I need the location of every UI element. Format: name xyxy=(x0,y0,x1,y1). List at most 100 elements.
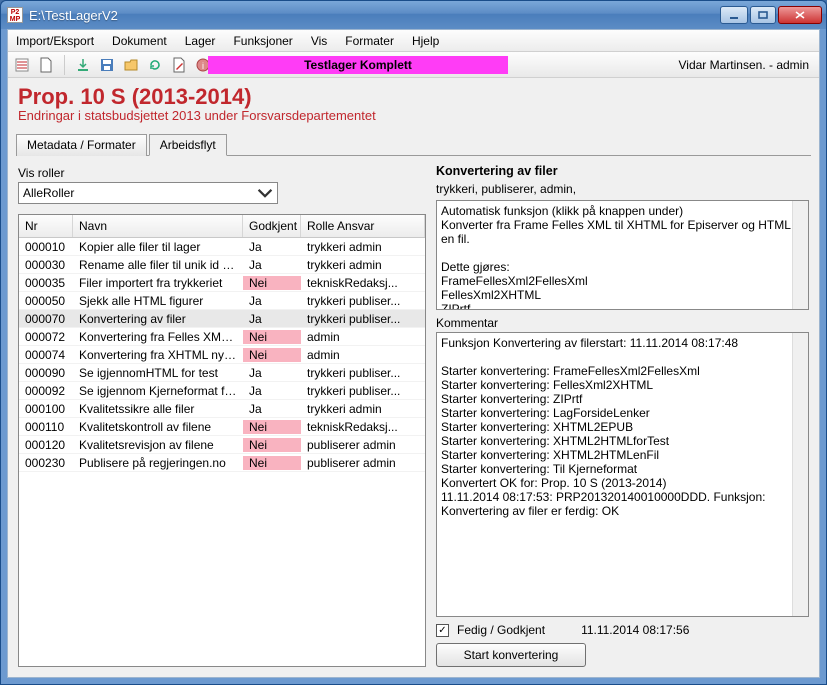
menu-dokument[interactable]: Dokument xyxy=(112,34,167,48)
toolbar-editdoc-icon[interactable] xyxy=(169,55,189,75)
titlebar[interactable]: P2 MP E:\TestLagerV2 xyxy=(1,1,826,29)
table-row[interactable]: 000092Se igjennom Kjerneformat for testJ… xyxy=(19,382,425,400)
banner: Testlager Komplett xyxy=(208,56,508,74)
cell: 000010 xyxy=(19,240,73,254)
cell: Se igjennom Kjerneformat for test xyxy=(73,384,243,398)
table-row[interactable]: 000072Konvertering fra Felles XML filerN… xyxy=(19,328,425,346)
done-row: ✓ Fedig / Godkjent 11.11.2014 08:17:56 xyxy=(436,623,809,637)
cell: Ja xyxy=(243,384,301,398)
toolbar-options-icon[interactable] xyxy=(12,55,32,75)
close-button[interactable] xyxy=(778,6,822,24)
cell: publiserer admin xyxy=(301,438,425,452)
cell: 000092 xyxy=(19,384,73,398)
table-row[interactable]: 000010Kopier alle filer til lagerJatrykk… xyxy=(19,238,425,256)
table-row[interactable]: 000030Rename alle filer til unik id som … xyxy=(19,256,425,274)
done-checkbox[interactable]: ✓ xyxy=(436,624,449,637)
menu-vis[interactable]: Vis xyxy=(311,34,327,48)
cell: Nei xyxy=(243,276,301,290)
table-row[interactable]: 000050Sjekk alle HTML figurerJatrykkeri … xyxy=(19,292,425,310)
cell: trykkeri publiser... xyxy=(301,312,425,326)
cell: admin xyxy=(301,330,425,344)
menu-import-eksport[interactable]: Import/Eksport xyxy=(16,34,94,48)
cell: trykkeri admin xyxy=(301,258,425,272)
cell: 000110 xyxy=(19,420,73,434)
scrollbar[interactable] xyxy=(792,333,808,616)
minimize-button[interactable] xyxy=(720,6,748,24)
roles-filter-combo[interactable]: AlleRoller xyxy=(18,182,278,204)
cell: Konvertering av filer xyxy=(73,312,243,326)
cell: Se igjennomHTML for test xyxy=(73,366,243,380)
cell: Nei xyxy=(243,456,301,470)
description-text: Automatisk funksjon (klikk på knappen un… xyxy=(441,201,792,309)
start-conversion-button[interactable]: Start konvertering xyxy=(436,643,586,667)
cell: Nei xyxy=(243,420,301,434)
toolbar-newdoc-icon[interactable] xyxy=(36,55,56,75)
table-row[interactable]: 000074Konvertering fra XHTML nye le...Ne… xyxy=(19,346,425,364)
window-buttons xyxy=(720,6,822,24)
table-row[interactable]: 000090Se igjennomHTML for testJatrykkeri… xyxy=(19,364,425,382)
col-nr[interactable]: Nr xyxy=(19,215,73,237)
cell: trykkeri publiser... xyxy=(301,366,425,380)
cell: trykkeri admin xyxy=(301,402,425,416)
workflow-grid[interactable]: Nr Navn Godkjent Rolle Ansvar 000010Kopi… xyxy=(18,214,426,667)
comment-label: Kommentar xyxy=(436,316,809,330)
description-box[interactable]: Automatisk funksjon (klikk på knappen un… xyxy=(436,200,809,310)
cell: 000100 xyxy=(19,402,73,416)
cell: 000050 xyxy=(19,294,73,308)
menu-formater[interactable]: Formater xyxy=(345,34,394,48)
scrollbar[interactable] xyxy=(792,201,808,309)
toolbar-open-icon[interactable] xyxy=(121,55,141,75)
done-label: Fedig / Godkjent xyxy=(457,623,545,637)
table-row[interactable]: 000230Publisere på regjeringen.noNeipubl… xyxy=(19,454,425,472)
cell: 000070 xyxy=(19,312,73,326)
cell: Nei xyxy=(243,348,301,362)
toolbar-save-icon[interactable] xyxy=(97,55,117,75)
menu-hjelp[interactable]: Hjelp xyxy=(412,34,439,48)
cell: Ja xyxy=(243,402,301,416)
cell: Kopier alle filer til lager xyxy=(73,240,243,254)
maximize-button[interactable] xyxy=(750,6,776,24)
cell: Ja xyxy=(243,366,301,380)
cell: Filer importert fra trykkeriet xyxy=(73,276,243,290)
col-navn[interactable]: Navn xyxy=(73,215,243,237)
table-row[interactable]: 000120Kvalitetsrevisjon av fileneNeipubl… xyxy=(19,436,425,454)
tab-arbeidsflyt[interactable]: Arbeidsflyt xyxy=(149,134,227,156)
cell: tekniskRedaksj... xyxy=(301,420,425,434)
menu-lager[interactable]: Lager xyxy=(185,34,216,48)
cell: Kvalitetssikre alle filer xyxy=(73,402,243,416)
tab-bar: Metadata / FormaterArbeidsflyt xyxy=(16,133,811,156)
comment-box[interactable]: Funksjon Konvertering av filerstart: 11.… xyxy=(436,332,809,617)
minimize-icon xyxy=(729,11,739,19)
col-godkjent[interactable]: Godkjent xyxy=(243,215,301,237)
cell: trykkeri publiser... xyxy=(301,384,425,398)
table-row[interactable]: 000070Konvertering av filerJatrykkeri pu… xyxy=(19,310,425,328)
cell: 000072 xyxy=(19,330,73,344)
toolbar-refresh-icon[interactable] xyxy=(145,55,165,75)
menu-funksjoner[interactable]: Funksjoner xyxy=(233,34,292,48)
app-icon: P2 MP xyxy=(7,7,23,23)
step-title: Konvertering av filer xyxy=(436,164,809,178)
cell: Sjekk alle HTML figurer xyxy=(73,294,243,308)
document-title: Prop. 10 S (2013-2014) xyxy=(18,84,809,110)
cell: Ja xyxy=(243,294,301,308)
workflow-body: Vis roller AlleRoller Nr Navn Godkjent R… xyxy=(8,156,819,677)
grid-header: Nr Navn Godkjent Rolle Ansvar xyxy=(19,215,425,238)
document-subtitle: Endringar i statsbudsjettet 2013 under F… xyxy=(18,108,809,123)
col-rolle[interactable]: Rolle Ansvar xyxy=(301,215,425,237)
comment-text: Funksjon Konvertering av filerstart: 11.… xyxy=(441,333,792,616)
cell: 000030 xyxy=(19,258,73,272)
table-row[interactable]: 000035Filer importert fra trykkerietNeit… xyxy=(19,274,425,292)
cell: Nei xyxy=(243,438,301,452)
chevron-down-icon xyxy=(257,185,273,201)
cell: Konvertering fra Felles XML filer xyxy=(73,330,243,344)
grid-body[interactable]: 000010Kopier alle filer til lagerJatrykk… xyxy=(19,238,425,666)
right-panel: Konvertering av filer trykkeri, publiser… xyxy=(436,164,809,667)
roles-filter-label: Vis roller xyxy=(18,166,426,180)
cell: Kvalitetsrevisjon av filene xyxy=(73,438,243,452)
tab-metadata-formater[interactable]: Metadata / Formater xyxy=(16,134,147,156)
cell: publiserer admin xyxy=(301,456,425,470)
toolbar-import-icon[interactable] xyxy=(73,55,93,75)
table-row[interactable]: 000110Kvalitetskontroll av fileneNeitekn… xyxy=(19,418,425,436)
maximize-icon xyxy=(758,11,768,19)
table-row[interactable]: 000100Kvalitetssikre alle filerJatrykker… xyxy=(19,400,425,418)
